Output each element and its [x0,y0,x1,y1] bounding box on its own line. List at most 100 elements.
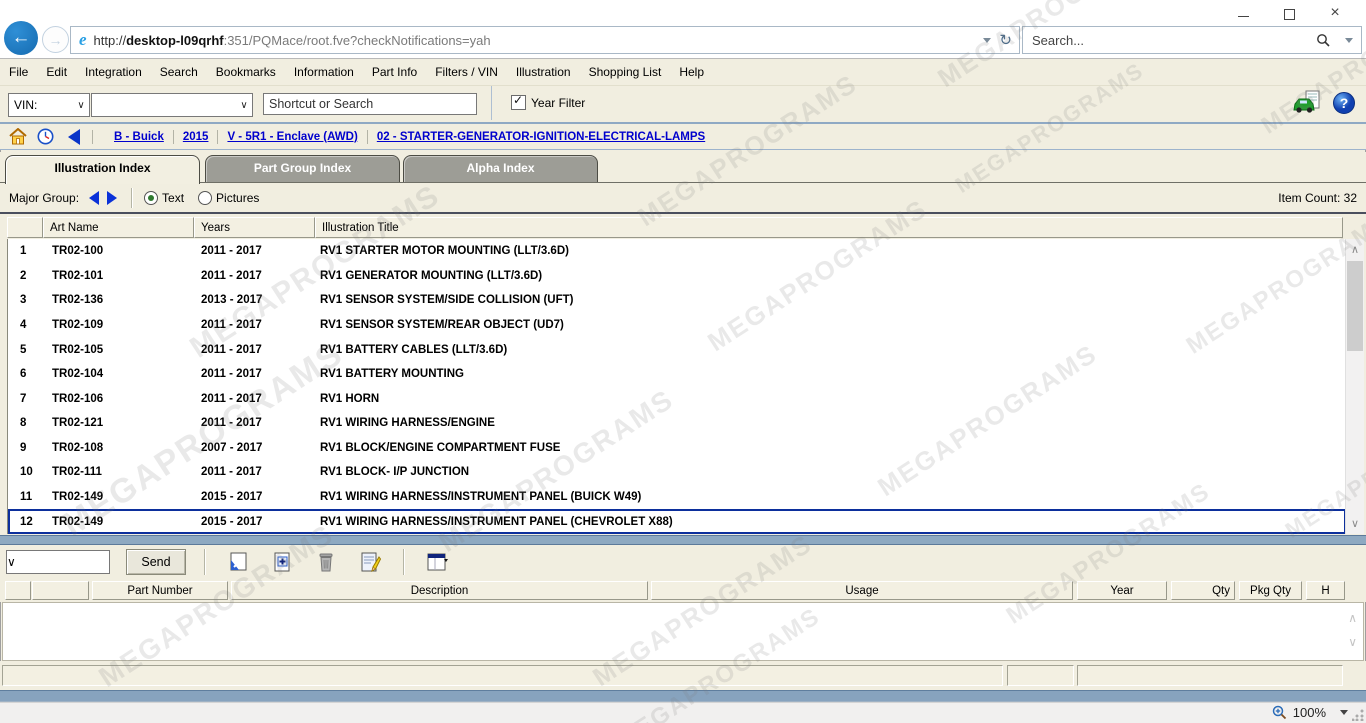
minimize-icon [1238,15,1249,17]
column-header-qty[interactable]: Qty [1171,581,1235,600]
scroll-up-icon[interactable]: ∧ [1348,611,1357,625]
search-icon[interactable] [1316,33,1331,48]
tab-part-group-index[interactable]: Part Group Index [205,155,400,182]
radio-selected-icon [144,191,158,205]
column-header-description[interactable]: Description [231,581,648,600]
zoom-dropdown-icon [1340,710,1348,715]
column-filter-icon [425,551,449,573]
vertical-scrollbar[interactable]: ∧ ∨ [1345,239,1364,534]
table-row[interactable]: 4 TR02-109 2011 - 2017 RV1 SENSOR SYSTEM… [8,313,1346,338]
address-dropdown-icon[interactable] [983,38,991,43]
menu-item-illustration[interactable]: Illustration [507,60,580,85]
column-header-usage[interactable]: Usage [651,581,1073,600]
breadcrumb-group-link[interactable]: 02 - STARTER-GENERATOR-IGNITION-ELECTRIC… [377,131,705,143]
radio-pictures[interactable]: Pictures [198,191,259,205]
next-group-icon[interactable] [107,191,117,205]
navigate-back-icon[interactable] [68,129,80,145]
radio-text[interactable]: Text [144,191,184,205]
menu-item-edit[interactable]: Edit [37,60,76,85]
menu-item-shopping-list[interactable]: Shopping List [580,60,671,85]
scrollbar-thumb[interactable] [1347,261,1363,351]
minimize-button[interactable] [1220,2,1266,24]
table-row[interactable]: 7 TR02-106 2011 - 2017 RV1 HORN [8,386,1346,411]
year-filter-checkbox[interactable]: ✓ Year Filter [511,95,585,110]
column-header-empty[interactable] [32,581,89,600]
resize-grip[interactable] [1352,709,1364,721]
illustration-table: Art Name Years Illustration Title 1 TR02… [0,214,1366,535]
column-header-art-name[interactable]: Art Name [43,217,194,238]
browser-forward-button[interactable]: → [42,26,69,53]
edit-note-button[interactable] [357,549,383,575]
vin-select[interactable]: VIN: ∨ [8,93,90,117]
table-row[interactable]: 1 TR02-100 2011 - 2017 RV1 STARTER MOTOR… [8,239,1346,264]
menu-item-information[interactable]: Information [285,60,363,85]
breadcrumb-year-link[interactable]: 2015 [183,131,209,143]
close-button[interactable]: × [1312,2,1358,24]
column-header-empty[interactable] [5,581,31,600]
column-header-years[interactable]: Years [194,217,315,238]
address-bar[interactable]: e http://desktop-l09qrhf:351/PQMace/root… [70,26,1020,54]
column-header-illustration-title[interactable]: Illustration Title [315,217,1343,238]
menu-item-help[interactable]: Help [670,60,713,85]
scroll-down-icon[interactable]: ∨ [1346,517,1364,530]
menu-item-file[interactable]: File [0,60,37,85]
tab-alpha-index[interactable]: Alpha Index [403,155,598,182]
refresh-icon[interactable]: ↻ [999,31,1012,49]
menu-item-part-info[interactable]: Part Info [363,60,426,85]
send-button[interactable]: Send [126,549,186,575]
browser-search-box[interactable]: Search... [1022,26,1362,54]
add-note-button[interactable] [269,549,295,575]
table-row[interactable]: 12 TR02-149 2015 - 2017 RV1 WIRING HARNE… [8,509,1346,534]
menu-item-search[interactable]: Search [151,60,207,85]
column-filter-button[interactable] [424,549,450,575]
parts-grid-body: ∧ ∨ [2,602,1364,661]
tab-strip: Illustration Index Part Group Index Alph… [0,152,1366,183]
svg-text:?: ? [1340,95,1349,111]
browser-back-button[interactable]: ← [4,21,38,55]
table-row[interactable]: 8 TR02-121 2011 - 2017 RV1 WIRING HARNES… [8,411,1346,436]
column-header-pkg-qty[interactable]: Pkg Qty [1239,581,1302,600]
zoom-control[interactable]: 100% [1272,705,1348,720]
search-dropdown-icon[interactable] [1345,38,1353,43]
edit-note-icon [359,551,381,573]
parts-toolbar: ∨ Send [0,545,1366,579]
tab-illustration-index[interactable]: Illustration Index [5,155,200,184]
previous-group-icon[interactable] [89,191,99,205]
history-clock-icon[interactable] [37,128,54,145]
menu-item-integration[interactable]: Integration [76,60,151,85]
send-target-select[interactable]: ∨ [6,550,110,574]
column-header-part-number[interactable]: Part Number [92,581,228,600]
menu-item-filters-vin[interactable]: Filters / VIN [426,60,507,85]
breadcrumb-model-link[interactable]: V - 5R1 - Enclave (AWD) [227,131,357,143]
table-row[interactable]: 9 TR02-108 2007 - 2017 RV1 BLOCK/ENGINE … [8,436,1346,461]
delete-button[interactable] [313,549,339,575]
help-icon[interactable]: ? [1332,91,1356,115]
vin-value-select[interactable]: ∨ [91,93,253,117]
browser-chrome: × ← → e http://desktop-l09qrhf:351/PQMac… [0,0,1366,59]
ie-page-icon: e [79,30,87,50]
open-in-new-window-button[interactable] [225,549,251,575]
breadcrumb-make-link[interactable]: B - Buick [114,131,164,143]
search-placeholder: Search... [1023,33,1316,48]
table-row[interactable]: 5 TR02-105 2011 - 2017 RV1 BATTERY CABLE… [8,337,1346,362]
vehicle-document-icon[interactable] [1293,90,1323,116]
table-row[interactable]: 3 TR02-136 2013 - 2017 RV1 SENSOR SYSTEM… [8,288,1346,313]
menu-item-bookmarks[interactable]: Bookmarks [207,60,285,85]
home-icon[interactable] [9,128,27,145]
column-header-rownum[interactable] [7,217,43,238]
scroll-up-icon[interactable]: ∧ [1346,243,1364,256]
table-row[interactable]: 10 TR02-111 2011 - 2017 RV1 BLOCK- I/P J… [8,460,1346,485]
table-row[interactable]: 6 TR02-104 2011 - 2017 RV1 BATTERY MOUNT… [8,362,1346,387]
table-row[interactable]: 11 TR02-149 2015 - 2017 RV1 WIRING HARNE… [8,485,1346,510]
divider [92,130,93,144]
restore-button[interactable] [1266,2,1312,24]
chevron-down-icon: ∨ [236,100,252,111]
column-header-year[interactable]: Year [1077,581,1167,600]
scroll-down-icon[interactable]: ∨ [1348,635,1357,649]
illustration-rows: 1 TR02-100 2011 - 2017 RV1 STARTER MOTOR… [7,239,1346,534]
column-header-h[interactable]: H [1306,581,1345,600]
table-row[interactable]: 2 TR02-101 2011 - 2017 RV1 GENERATOR MOU… [8,264,1346,289]
chevron-down-icon: ∨ [7,555,16,569]
splitter-bar[interactable] [0,535,1366,545]
shortcut-search-input[interactable] [263,93,477,115]
